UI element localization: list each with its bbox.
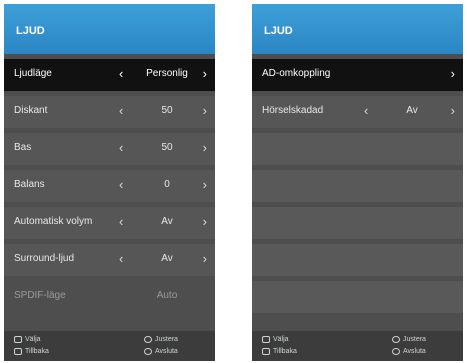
hint-adjust: Justera [144, 336, 178, 343]
chevron-left-icon[interactable]: ‹ [119, 251, 123, 267]
exit-key-icon [144, 348, 152, 355]
sound-menu-left: LJUD Ljudläge ‹ Personlig › Diskant ‹ 50… [4, 4, 215, 361]
hint-exit: Avsluta [144, 348, 178, 355]
menu-item-label: Bas [14, 142, 32, 153]
menu-item-value: Av [161, 253, 173, 264]
hint-adjust-label: Justera [403, 336, 426, 343]
hint-back-label: Tillbaka [25, 348, 49, 355]
hint-select-label: Välja [273, 336, 289, 343]
sound-menu-right: LJUD AD-omkoppling › Hörselskadad ‹ Av ›… [252, 4, 463, 361]
menu-list: AD-omkoppling › Hörselskadad ‹ Av › [252, 59, 463, 318]
menu-item-spdif-lage: SPDIF-läge Auto [4, 281, 215, 313]
hint-select-label: Välja [25, 336, 41, 343]
chevron-right-icon[interactable]: › [451, 103, 455, 119]
menu-item-bas[interactable]: Bas ‹ 50 › [4, 133, 215, 165]
exit-key-icon [392, 348, 400, 355]
adjust-key-icon [144, 336, 152, 343]
menu-item-surround-ljud[interactable]: Surround-ljud ‹ Av › [4, 244, 215, 276]
hint-back: Tillbaka [14, 348, 49, 355]
menu-item-value: 0 [164, 179, 170, 190]
menu-title: LJUD [16, 25, 45, 37]
key-hint-bar: Välja Tillbaka Justera Avsluta [252, 331, 463, 361]
menu-item-diskant[interactable]: Diskant ‹ 50 › [4, 96, 215, 128]
hint-adjust-label: Justera [155, 336, 178, 343]
menu-item-label: SPDIF-läge [14, 290, 66, 301]
empty-row [252, 207, 463, 239]
menu-item-balans[interactable]: Balans ‹ 0 › [4, 170, 215, 202]
hint-exit-label: Avsluta [155, 348, 178, 355]
menu-item-value: Av [161, 216, 173, 227]
menu-item-label: Diskant [14, 105, 48, 116]
hint-exit: Avsluta [392, 348, 426, 355]
menu-item-value: Av [406, 105, 418, 116]
hint-back-label: Tillbaka [273, 348, 297, 355]
hint-adjust: Justera [392, 336, 426, 343]
chevron-right-icon[interactable]: › [203, 103, 207, 119]
ok-key-icon [14, 336, 22, 343]
menu-item-label: Hörselskadad [262, 105, 324, 116]
chevron-right-icon[interactable]: › [203, 214, 207, 230]
chevron-left-icon[interactable]: ‹ [119, 66, 123, 82]
back-key-icon [14, 348, 22, 355]
menu-item-label: Automatisk volym [14, 216, 93, 227]
chevron-right-icon[interactable]: › [203, 66, 207, 82]
chevron-right-icon[interactable]: › [451, 66, 455, 82]
chevron-right-icon[interactable]: › [203, 251, 207, 267]
chevron-right-icon[interactable]: › [203, 177, 207, 193]
menu-header: LJUD [252, 4, 463, 54]
menu-item-automatisk-volym[interactable]: Automatisk volym ‹ Av › [4, 207, 215, 239]
empty-row [252, 133, 463, 165]
menu-item-label: AD-omkoppling [262, 68, 331, 79]
menu-header: LJUD [4, 4, 215, 54]
empty-row [252, 281, 463, 313]
hint-select: Välja [262, 336, 289, 343]
menu-item-ljudlage[interactable]: Ljudläge ‹ Personlig › [4, 59, 215, 91]
menu-list: Ljudläge ‹ Personlig › Diskant ‹ 50 › Ba… [4, 59, 215, 318]
empty-row [252, 244, 463, 276]
chevron-left-icon[interactable]: ‹ [119, 103, 123, 119]
menu-item-label: Surround-ljud [14, 253, 75, 264]
menu-item-label: Balans [14, 179, 45, 190]
menu-item-value: 50 [161, 142, 173, 153]
menu-item-value: Personlig [146, 68, 188, 79]
chevron-right-icon[interactable]: › [203, 140, 207, 156]
hint-back: Tillbaka [262, 348, 297, 355]
adjust-key-icon [392, 336, 400, 343]
hint-select: Välja [14, 336, 41, 343]
chevron-left-icon[interactable]: ‹ [119, 140, 123, 156]
back-key-icon [262, 348, 270, 355]
menu-item-label: Ljudläge [14, 68, 52, 79]
menu-item-value: Auto [156, 290, 178, 301]
menu-item-horselskadad[interactable]: Hörselskadad ‹ Av › [252, 96, 463, 128]
chevron-left-icon[interactable]: ‹ [119, 177, 123, 193]
menu-item-value: 50 [161, 105, 173, 116]
ok-key-icon [262, 336, 270, 343]
key-hint-bar: Välja Tillbaka Justera Avsluta [4, 331, 215, 361]
empty-row [252, 170, 463, 202]
hint-exit-label: Avsluta [403, 348, 426, 355]
chevron-left-icon[interactable]: ‹ [364, 103, 368, 119]
menu-item-ad-omkoppling[interactable]: AD-omkoppling › [252, 59, 463, 91]
chevron-left-icon[interactable]: ‹ [119, 214, 123, 230]
menu-title: LJUD [264, 25, 293, 37]
